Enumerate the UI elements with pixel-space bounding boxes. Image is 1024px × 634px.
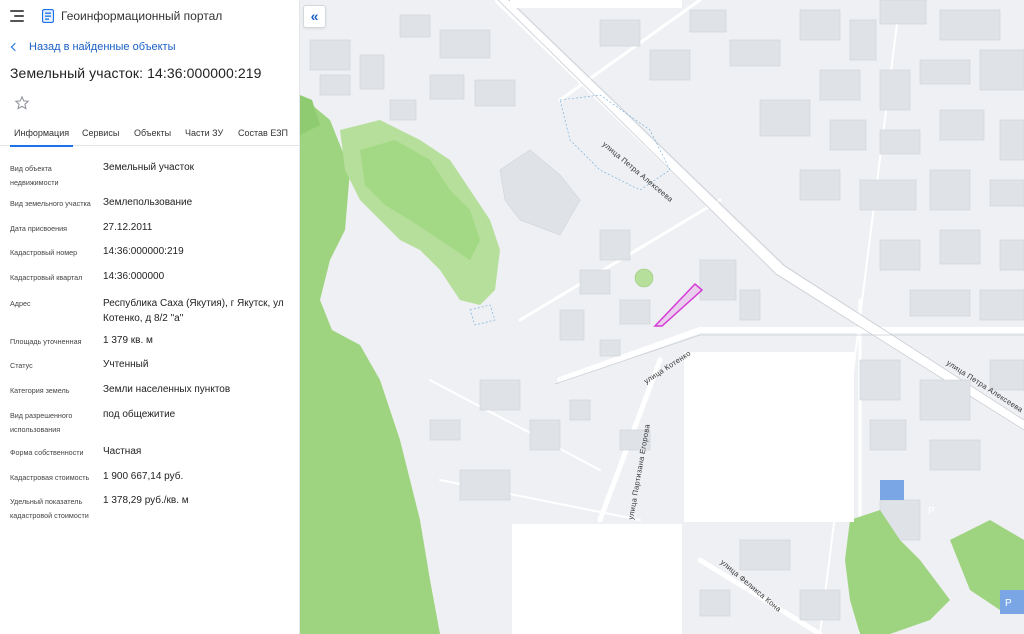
info-label: Вид объекта недвижимости [10,164,59,187]
info-label: Вид разрешенного использования [10,411,73,434]
parking-label: P [928,506,935,517]
top-bar: Геоинформационный портал [0,0,299,32]
info-value: 14:36:000000:219 [103,246,184,257]
info-value: Учтенный [103,359,149,370]
info-value: 1 378,29 руб./кв. м [103,495,189,506]
info-label: Форма собственности [10,448,84,457]
tab-land-parts[interactable]: Части ЗУ [185,122,223,146]
object-info-panel: Геоинформационный портал Назад в найденн… [0,0,300,634]
info-value: Республика Саха (Якутия), г Якутск, ул К… [103,298,284,324]
info-label: Адрес [10,299,31,308]
tab-info[interactable]: Информация [9,122,74,147]
tab-objects[interactable]: Объекты [134,122,171,146]
object-title: Земельный участок: 14:36:000000:219 [10,65,262,81]
tab-services[interactable]: Сервисы [82,122,119,146]
info-label: Площадь уточненная [10,337,82,346]
map-canvas[interactable]: P P улица Петра Алексеева улица Петра Ал… [300,0,1024,634]
info-label: Кадастровый квартал [10,273,83,282]
info-value: Земельный участок [103,162,195,173]
info-value: 1 379 кв. м [103,335,153,346]
info-value: 14:36:000000 [103,271,165,282]
info-value: Землепользование [103,197,193,208]
info-label: Статус [10,361,33,370]
info-value: Частная [103,446,142,457]
back-label: Назад в найденные объекты [29,41,176,53]
hamburger-icon[interactable] [10,10,24,22]
info-label: Вид земельного участка [10,199,91,208]
collapse-panel-button[interactable]: « [303,5,326,28]
info-value: Земли населенных пунктов [103,384,231,395]
info-value: 1 900 667,14 руб. [103,471,184,482]
map-view[interactable]: P P улица Петра Алексеева улица Петра Ал… [300,0,1024,634]
star-icon[interactable] [14,95,30,111]
info-label: Дата присвоения [10,224,68,233]
chevron-left-icon [10,42,20,52]
info-label: Кадастровая стоимость [10,473,90,482]
tab-ezp-composition[interactable]: Состав ЕЗП [238,122,288,146]
tab-bar: Информация Сервисы Объекты Части ЗУ Сост… [0,122,299,147]
info-value: 27.12.2011 [103,222,153,233]
info-label: Удельный показатель кадастровой стоимост… [10,497,89,520]
info-value: под общежитие [103,409,176,420]
back-to-results-link[interactable]: Назад в найденные объекты [10,41,176,53]
parking-label: P [1005,598,1012,609]
portal-title[interactable]: Геоинформационный портал [61,9,222,23]
double-chevron-left-icon: « [310,7,319,24]
portal-logo-icon[interactable] [42,9,54,23]
info-label: Кадастровый номер [10,248,78,257]
app-window: Геоинформационный портал Назад в найденн… [0,0,1024,634]
info-label: Категория земель [10,386,70,395]
